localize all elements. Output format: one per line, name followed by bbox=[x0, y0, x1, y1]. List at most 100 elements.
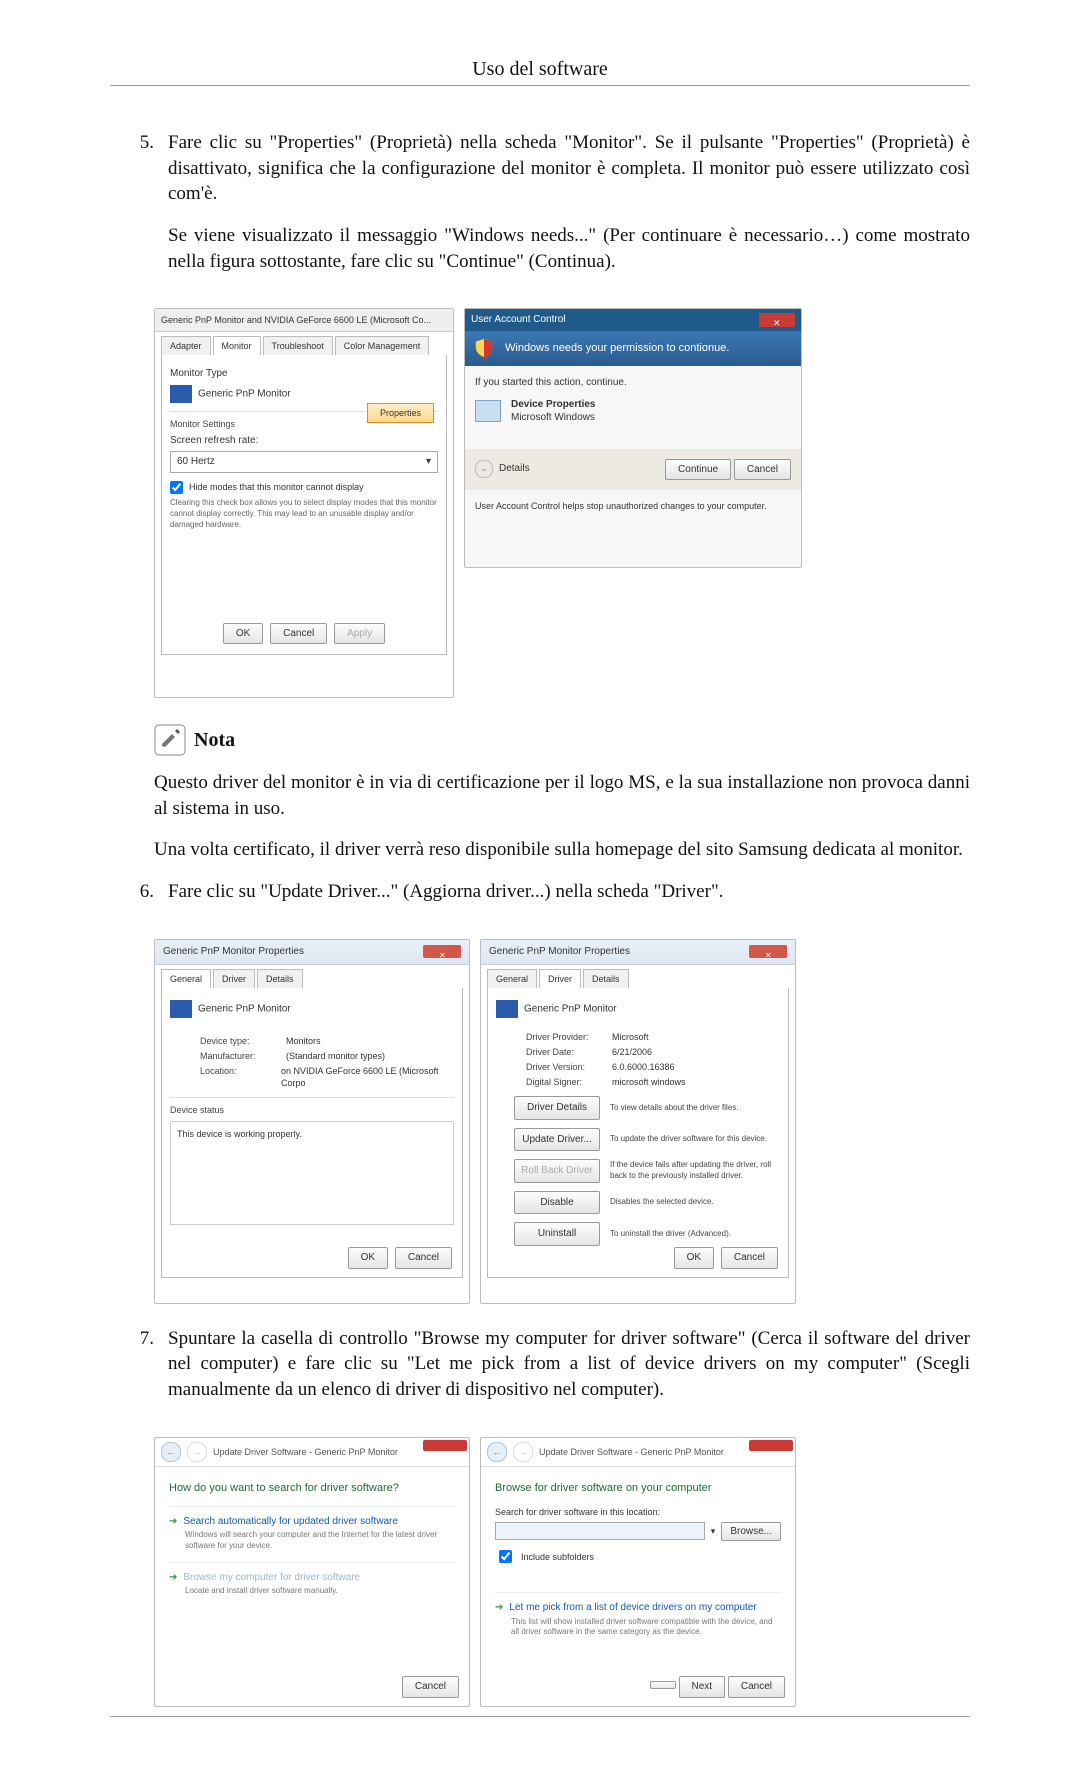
step-7: 7. Spuntare la casella di controllo "Bro… bbox=[110, 1326, 970, 1419]
include-subfolders-checkbox[interactable] bbox=[499, 1550, 512, 1563]
cancel-button[interactable]: Cancel bbox=[402, 1676, 459, 1698]
tab-color-management[interactable]: Color Management bbox=[335, 336, 430, 355]
hide-modes-label: Hide modes that this monitor cannot disp… bbox=[189, 481, 364, 494]
tab-driver[interactable]: Driver bbox=[213, 969, 255, 988]
breadcrumb: Update Driver Software - Generic PnP Mon… bbox=[213, 1446, 398, 1458]
provider-v: Microsoft bbox=[612, 1031, 649, 1043]
forward-icon: → bbox=[513, 1442, 533, 1462]
device-vendor: Microsoft Windows bbox=[511, 411, 596, 425]
signer-v: microsoft windows bbox=[612, 1076, 686, 1088]
tab-driver[interactable]: Driver bbox=[539, 969, 581, 988]
browse-button[interactable]: Browse... bbox=[721, 1522, 781, 1542]
monitor-type-value: Generic PnP Monitor bbox=[198, 388, 291, 399]
continue-button[interactable]: Continue bbox=[665, 459, 731, 481]
uac-if-started: If you started this action, continue. bbox=[475, 376, 791, 390]
uninstall-button[interactable]: Uninstall bbox=[514, 1222, 600, 1246]
tab-troubleshoot[interactable]: Troubleshoot bbox=[263, 336, 333, 355]
details-expander[interactable]: Details bbox=[499, 463, 530, 474]
device-name: Generic PnP Monitor bbox=[524, 1004, 617, 1015]
page-header: Uso del software bbox=[110, 58, 970, 81]
driver-details-desc: To view details about the driver files. bbox=[610, 1103, 780, 1114]
tab-adapter[interactable]: Adapter bbox=[161, 336, 211, 355]
next-button[interactable]: Next bbox=[679, 1676, 726, 1698]
location-input[interactable] bbox=[495, 1522, 705, 1540]
driver-properties-dialog: Generic PnP Monitor Properties General D… bbox=[480, 939, 796, 1304]
version-k: Driver Version: bbox=[526, 1061, 606, 1073]
chevron-down-icon[interactable]: ⌄ bbox=[475, 460, 493, 478]
search-location-label: Search for driver software in this locat… bbox=[495, 1506, 781, 1518]
disable-desc: Disables the selected device. bbox=[610, 1197, 780, 1208]
rollback-driver-desc: If the device fails after updating the d… bbox=[610, 1160, 780, 1182]
arrow-icon: ➔ bbox=[169, 1516, 177, 1527]
device-status-box: This device is working properly. bbox=[170, 1121, 454, 1225]
refresh-rate-select[interactable]: 60 Hertz ▾ bbox=[170, 451, 438, 473]
step-5-para-1: Fare clic su "Properties" (Proprietà) ne… bbox=[168, 130, 970, 207]
monitor-icon bbox=[170, 1000, 192, 1018]
cancel-button[interactable]: Cancel bbox=[270, 623, 327, 645]
manufacturer-k: Manufacturer: bbox=[200, 1050, 280, 1062]
option-pick-from-list[interactable]: ➔Let me pick from a list of device drive… bbox=[495, 1592, 781, 1638]
close-icon[interactable] bbox=[423, 945, 461, 958]
refresh-rate-label: Screen refresh rate: bbox=[170, 434, 438, 448]
update-wizard-browse: ← → Update Driver Software - Generic PnP… bbox=[480, 1437, 796, 1707]
update-driver-button[interactable]: Update Driver... bbox=[514, 1128, 600, 1152]
close-icon[interactable] bbox=[759, 313, 795, 327]
cancel-button[interactable]: Cancel bbox=[395, 1247, 452, 1269]
dialog-title: Generic PnP Monitor Properties bbox=[489, 940, 630, 964]
chevron-down-icon[interactable]: ▾ bbox=[711, 1525, 716, 1537]
option-pick-label: Let me pick from a list of device driver… bbox=[509, 1602, 756, 1613]
uac-footer: User Account Control helps stop unauthor… bbox=[465, 490, 801, 522]
close-icon[interactable] bbox=[749, 945, 787, 958]
cancel-button[interactable]: Cancel bbox=[728, 1676, 785, 1698]
step-6-screenshots: Generic PnP Monitor Properties General D… bbox=[154, 939, 970, 1304]
option-browse[interactable]: ➔Browse my computer for driver software … bbox=[169, 1562, 455, 1597]
refresh-rate-value: 60 Hertz bbox=[177, 455, 215, 469]
step-7-number: 7. bbox=[110, 1326, 168, 1419]
back-icon[interactable]: ← bbox=[161, 1442, 181, 1462]
apply-button[interactable]: Apply bbox=[334, 623, 385, 645]
next-button[interactable] bbox=[650, 1681, 676, 1689]
rollback-driver-button[interactable]: Roll Back Driver bbox=[514, 1159, 600, 1183]
ok-button[interactable]: OK bbox=[674, 1247, 714, 1269]
monitor-properties-dialog: Generic PnP Monitor and NVIDIA GeForce 6… bbox=[154, 308, 454, 698]
ok-button[interactable]: OK bbox=[348, 1247, 388, 1269]
header-rule bbox=[110, 85, 970, 86]
wizard-heading: Browse for driver software on your compu… bbox=[495, 1481, 781, 1496]
disable-button[interactable]: Disable bbox=[514, 1191, 600, 1215]
monitor-icon bbox=[170, 385, 192, 403]
cancel-button[interactable]: Cancel bbox=[734, 459, 791, 481]
date-k: Driver Date: bbox=[526, 1046, 606, 1058]
update-driver-desc: To update the driver software for this d… bbox=[610, 1134, 780, 1145]
properties-button[interactable]: Properties bbox=[367, 403, 434, 423]
device-type-k: Device type: bbox=[200, 1035, 280, 1047]
device-type-v: Monitors bbox=[286, 1035, 321, 1047]
option-search-auto-sub: Windows will search your computer and th… bbox=[185, 1530, 455, 1552]
wizard-heading: How do you want to search for driver sof… bbox=[169, 1481, 455, 1496]
cancel-button[interactable]: Cancel bbox=[721, 1247, 778, 1269]
location-k: Location: bbox=[200, 1065, 275, 1089]
close-icon[interactable] bbox=[749, 1440, 793, 1451]
tab-details[interactable]: Details bbox=[257, 969, 303, 988]
device-name: Generic PnP Monitor bbox=[198, 1004, 291, 1015]
driver-details-button[interactable]: Driver Details bbox=[514, 1096, 600, 1120]
tab-details[interactable]: Details bbox=[583, 969, 629, 988]
note-para-2: Una volta certificato, il driver verrà r… bbox=[154, 837, 970, 863]
ok-button[interactable]: OK bbox=[223, 623, 263, 645]
back-icon[interactable]: ← bbox=[487, 1442, 507, 1462]
footer-rule bbox=[110, 1716, 970, 1717]
tab-general[interactable]: General bbox=[161, 969, 211, 988]
option-search-auto[interactable]: ➔Search automatically for updated driver… bbox=[169, 1506, 455, 1552]
uninstall-desc: To uninstall the driver (Advanced). bbox=[610, 1229, 780, 1240]
signer-k: Digital Signer: bbox=[526, 1076, 606, 1088]
hide-modes-checkbox[interactable] bbox=[170, 481, 183, 494]
manufacturer-v: (Standard monitor types) bbox=[286, 1050, 385, 1062]
close-icon[interactable] bbox=[423, 1440, 467, 1451]
option-pick-sub: This list will show installed driver sof… bbox=[511, 1617, 781, 1639]
tab-monitor[interactable]: Monitor bbox=[213, 336, 261, 355]
shield-icon bbox=[473, 337, 495, 359]
uac-headline: Windows needs your permission to contion… bbox=[505, 342, 729, 354]
device-icon bbox=[475, 400, 501, 422]
tab-general[interactable]: General bbox=[487, 969, 537, 988]
step-5: 5. Fare clic su "Properties" (Proprietà)… bbox=[110, 130, 970, 290]
step-7-screenshots: ← → Update Driver Software - Generic PnP… bbox=[154, 1437, 970, 1707]
